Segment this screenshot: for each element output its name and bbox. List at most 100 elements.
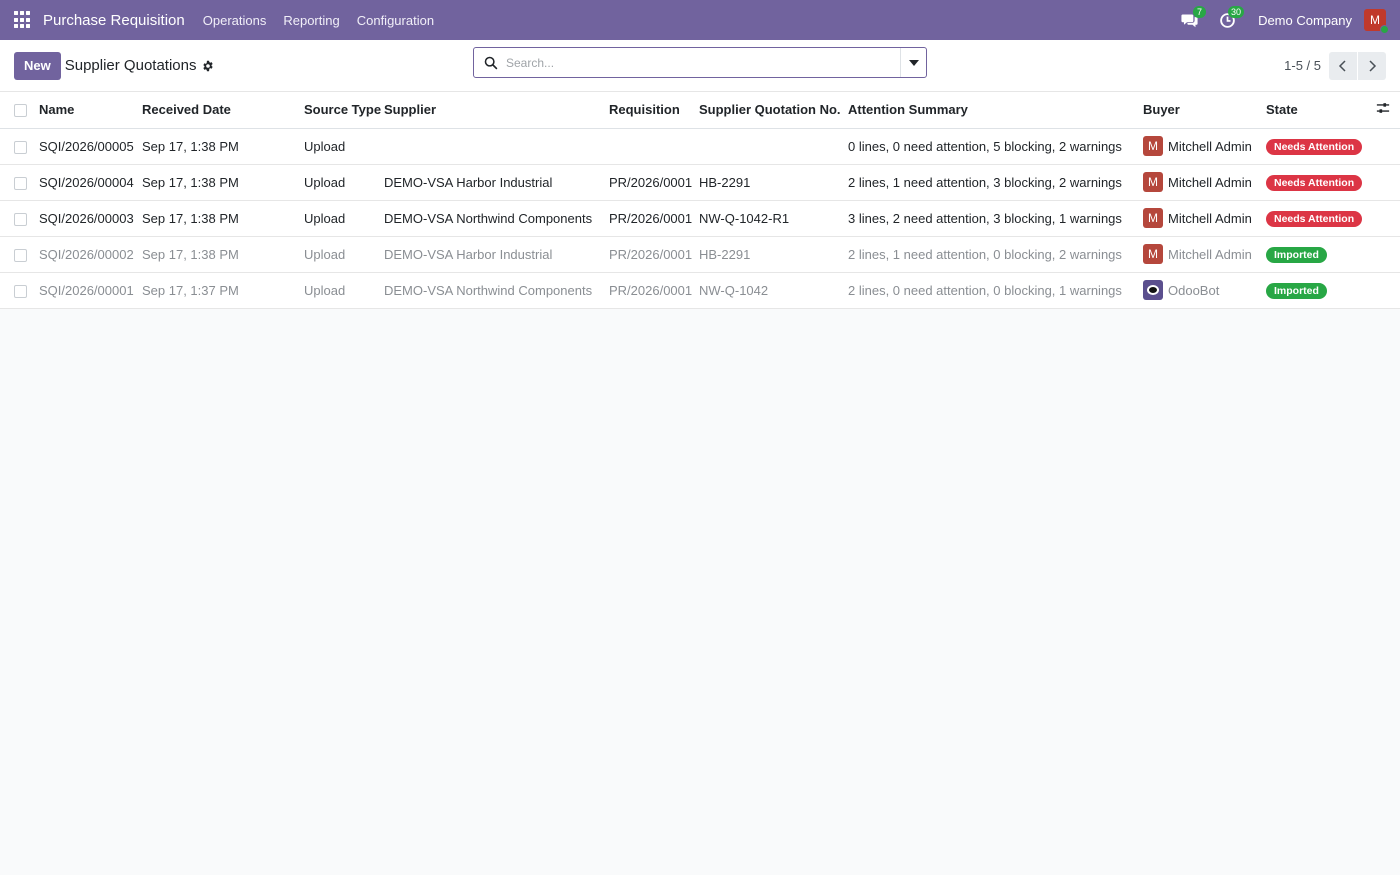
- cell-supplier: DEMO-VSA Harbor Industrial: [384, 164, 609, 201]
- cell-received-date: Sep 17, 1:38 PM: [142, 200, 304, 237]
- cell-requisition: PR/2026/0001: [609, 236, 699, 273]
- cell-buyer: M Mitchell Admin: [1143, 208, 1266, 228]
- caret-down-icon: [908, 59, 919, 66]
- column-header-state[interactable]: State: [1266, 92, 1376, 129]
- select-all-checkbox[interactable]: [14, 104, 27, 118]
- cell-source-type: Upload: [304, 128, 384, 165]
- optional-columns-icon[interactable]: [1376, 101, 1390, 115]
- messages-count-badge: 7: [1193, 6, 1207, 18]
- activities-button[interactable]: 30: [1214, 6, 1245, 32]
- buyer-avatar: M: [1143, 208, 1163, 228]
- buyer-avatar: M: [1143, 136, 1163, 156]
- cell-requisition: PR/2026/0001: [609, 272, 699, 309]
- cell-supplier: [384, 128, 609, 165]
- app-title[interactable]: Purchase Requisition: [43, 12, 185, 29]
- activities-count-badge: 30: [1228, 6, 1245, 18]
- table-row[interactable]: SQI/2026/00003 Sep 17, 1:38 PM Upload DE…: [0, 200, 1400, 237]
- user-initial: M: [1370, 13, 1380, 27]
- status-badge: Needs Attention: [1266, 210, 1363, 227]
- row-checkbox[interactable]: [14, 176, 27, 190]
- cell-attention-summary: 2 lines, 1 need attention, 0 blocking, 2…: [848, 236, 1143, 273]
- menu-reporting[interactable]: Reporting: [283, 13, 339, 28]
- cell-name: SQI/2026/00004: [39, 164, 142, 201]
- cell-quotation-no: NW-Q-1042-R1: [699, 200, 848, 237]
- row-checkbox[interactable]: [14, 284, 27, 298]
- table-row[interactable]: SQI/2026/00004 Sep 17, 1:38 PM Upload DE…: [0, 164, 1400, 201]
- cell-requisition: PR/2026/0001: [609, 200, 699, 237]
- column-header-requisition[interactable]: Requisition: [609, 92, 699, 129]
- cell-quotation-no: [699, 128, 848, 165]
- cell-buyer: M Mitchell Admin: [1143, 172, 1266, 192]
- column-header-attention-summary[interactable]: Attention Summary: [848, 92, 1143, 129]
- page-title: Supplier Quotations: [64, 57, 197, 74]
- row-checkbox[interactable]: [14, 140, 27, 154]
- column-header-received-date[interactable]: Received Date: [142, 92, 304, 129]
- cell-quotation-no: NW-Q-1042: [699, 272, 848, 309]
- messages-button[interactable]: 7: [1176, 6, 1207, 32]
- cell-supplier: DEMO-VSA Harbor Industrial: [384, 236, 609, 273]
- pager: 1-5 / 5: [1284, 51, 1386, 80]
- cell-buyer: OdooBot: [1143, 280, 1266, 300]
- cell-attention-summary: 2 lines, 0 need attention, 0 blocking, 1…: [848, 272, 1143, 309]
- buyer-name: OdooBot: [1168, 282, 1220, 298]
- table-header-row: Name Received Date Source Type Supplier …: [0, 92, 1400, 129]
- table-row[interactable]: SQI/2026/00005 Sep 17, 1:38 PM Upload 0 …: [0, 128, 1400, 165]
- cell-name: SQI/2026/00005: [39, 128, 142, 165]
- column-header-source-type[interactable]: Source Type: [304, 92, 384, 129]
- pager-previous-button[interactable]: [1329, 51, 1357, 80]
- column-header-supplier[interactable]: Supplier: [384, 92, 609, 129]
- column-header-buyer[interactable]: Buyer: [1143, 92, 1266, 129]
- chevron-right-icon: [1369, 59, 1377, 72]
- cell-buyer: M Mitchell Admin: [1143, 136, 1266, 156]
- cell-supplier: DEMO-VSA Northwind Components: [384, 200, 609, 237]
- search-options-toggle[interactable]: [900, 48, 926, 77]
- chevron-left-icon: [1338, 59, 1346, 72]
- status-badge: Imported: [1266, 282, 1327, 299]
- buyer-name: Mitchell Admin: [1168, 246, 1252, 262]
- cell-received-date: Sep 17, 1:37 PM: [142, 272, 304, 309]
- cell-buyer: M Mitchell Admin: [1143, 244, 1266, 264]
- systray: 7 30 Demo Company M: [1176, 6, 1389, 34]
- company-switcher[interactable]: Demo Company: [1258, 13, 1352, 28]
- list-view: Name Received Date Source Type Supplier …: [0, 92, 1400, 309]
- odoobot-avatar-icon: [1143, 280, 1163, 300]
- table-row[interactable]: SQI/2026/00001 Sep 17, 1:37 PM Upload DE…: [0, 272, 1400, 309]
- cell-requisition: [609, 128, 699, 165]
- cell-attention-summary: 0 lines, 0 need attention, 5 blocking, 2…: [848, 128, 1143, 165]
- status-badge: Imported: [1266, 246, 1327, 263]
- buyer-avatar: M: [1143, 172, 1163, 192]
- column-header-name[interactable]: Name: [39, 92, 142, 129]
- new-button[interactable]: New: [14, 51, 61, 80]
- search-icon: [484, 56, 498, 69]
- pager-value[interactable]: 1-5 / 5: [1284, 58, 1321, 73]
- apps-menu-icon[interactable]: [14, 11, 32, 29]
- menu-configuration[interactable]: Configuration: [357, 13, 434, 28]
- status-badge: Needs Attention: [1266, 174, 1363, 191]
- table-row[interactable]: SQI/2026/00002 Sep 17, 1:38 PM Upload DE…: [0, 236, 1400, 273]
- user-avatar[interactable]: M: [1364, 9, 1389, 34]
- quotations-table: Name Received Date Source Type Supplier …: [0, 92, 1400, 309]
- cell-name: SQI/2026/00003: [39, 200, 142, 237]
- cell-requisition: PR/2026/0001: [609, 164, 699, 201]
- cell-quotation-no: HB-2291: [699, 236, 848, 273]
- cell-name: SQI/2026/00001: [39, 272, 142, 309]
- cell-supplier: DEMO-VSA Northwind Components: [384, 272, 609, 309]
- cell-attention-summary: 2 lines, 1 need attention, 3 blocking, 2…: [848, 164, 1143, 201]
- search-input[interactable]: [506, 48, 900, 77]
- gear-icon[interactable]: [202, 60, 214, 72]
- menu-operations[interactable]: Operations: [203, 13, 267, 28]
- buyer-name: Mitchell Admin: [1168, 210, 1252, 226]
- top-navbar: Purchase Requisition Operations Reportin…: [0, 0, 1400, 40]
- cell-name: SQI/2026/00002: [39, 236, 142, 273]
- row-checkbox[interactable]: [14, 248, 27, 262]
- cell-attention-summary: 3 lines, 2 need attention, 3 blocking, 1…: [848, 200, 1143, 237]
- pager-next-button[interactable]: [1358, 51, 1386, 80]
- cell-source-type: Upload: [304, 236, 384, 273]
- buyer-name: Mitchell Admin: [1168, 138, 1252, 154]
- search-bar: [473, 47, 927, 78]
- online-status-icon: [1380, 25, 1389, 34]
- buyer-name: Mitchell Admin: [1168, 174, 1252, 190]
- row-checkbox[interactable]: [14, 212, 27, 226]
- column-header-quotation-no[interactable]: Supplier Quotation No.: [699, 92, 848, 129]
- cell-received-date: Sep 17, 1:38 PM: [142, 164, 304, 201]
